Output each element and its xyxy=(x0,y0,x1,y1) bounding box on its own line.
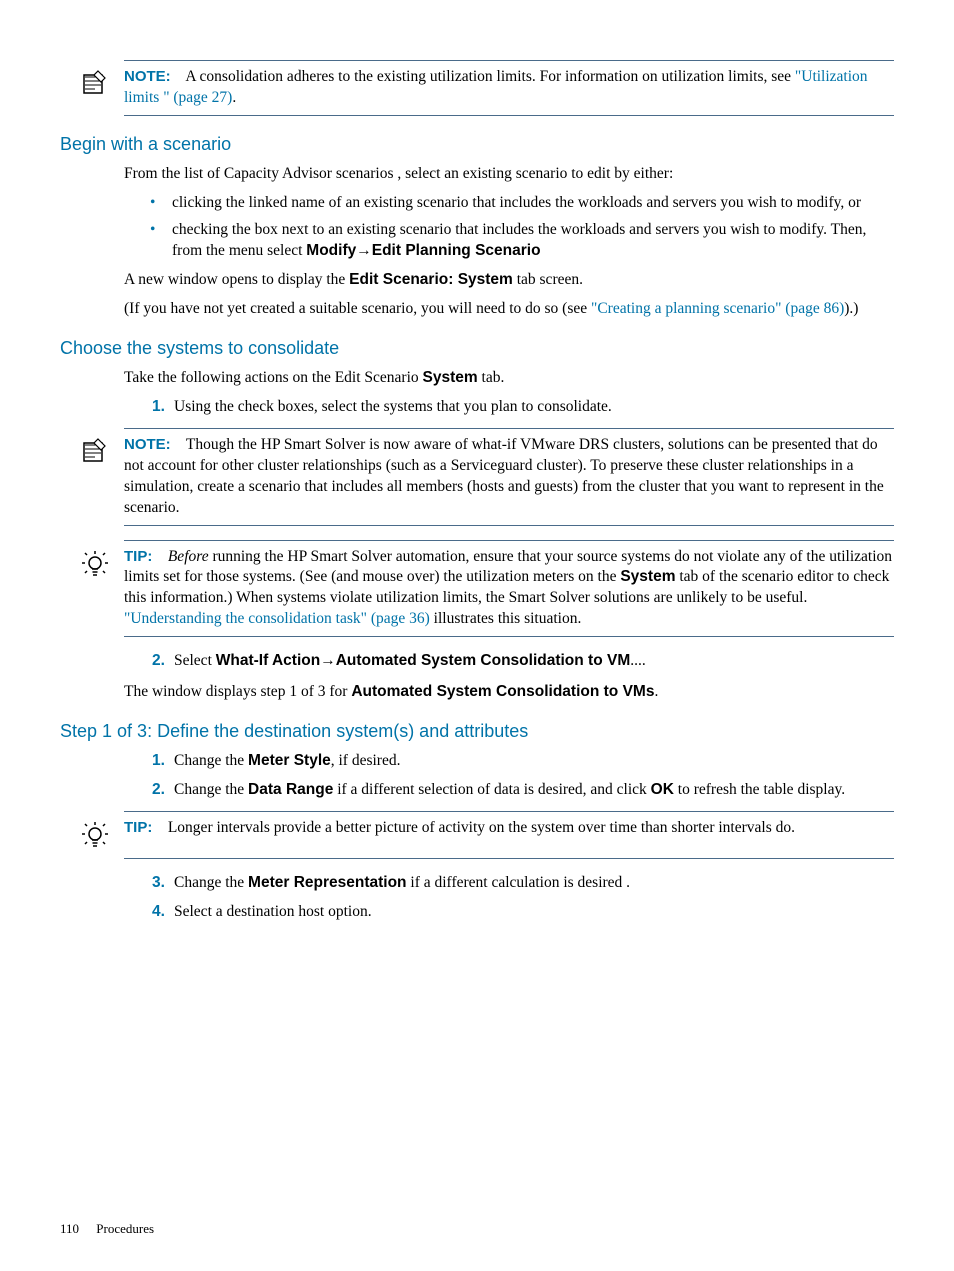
arrow-icon: → xyxy=(320,652,336,669)
note-text-end: . xyxy=(232,89,236,106)
text: (If you have not yet created a suitable … xyxy=(124,300,591,317)
section-body: 1. Change the Meter Style, if desired. 2… xyxy=(124,751,894,801)
text: Change the xyxy=(174,781,248,798)
text: ).) xyxy=(844,300,858,317)
section-body: Take the following actions on the Edit S… xyxy=(124,368,894,418)
note-icon xyxy=(80,435,124,465)
list-marker: 3. xyxy=(152,873,165,894)
tip-box: TIP: Longer intervals provide a better p… xyxy=(124,811,894,859)
note-content: NOTE: Though the HP Smart Solver is now … xyxy=(124,435,894,519)
text: .... xyxy=(630,652,646,669)
note-text: Though the HP Smart Solver is now aware … xyxy=(124,436,884,516)
note-box: NOTE: A consolidation adheres to the exi… xyxy=(124,60,894,116)
link-understanding-consolidation[interactable]: "Understanding the consolidation task" (… xyxy=(124,610,430,627)
auto-sys-consol: Automated System Consolidation to VM xyxy=(336,652,631,669)
list-marker: 2. xyxy=(152,651,165,672)
system-tab: System xyxy=(423,369,478,386)
paragraph: A new window opens to display the Edit S… xyxy=(124,270,894,291)
paragraph: (If you have not yet created a suitable … xyxy=(124,299,894,320)
list-text: Select xyxy=(174,652,216,669)
system-tab: System xyxy=(620,568,675,585)
tip-icon xyxy=(80,547,124,581)
text: tab. xyxy=(478,369,505,386)
edit-scenario-system: Edit Scenario: System xyxy=(349,271,513,288)
tip-lead: TIP: xyxy=(124,819,152,836)
tip-content: TIP: Before running the HP Smart Solver … xyxy=(124,547,894,631)
text: The window displays step 1 of 3 for xyxy=(124,683,351,700)
text: to refresh the table display. xyxy=(674,781,845,798)
note-content: NOTE: A consolidation adheres to the exi… xyxy=(124,67,894,109)
list-text: Using the check boxes, select the system… xyxy=(174,398,612,415)
section-body: 2. Select What-If Action→Automated Syste… xyxy=(124,651,894,703)
tip-lead: TIP: xyxy=(124,548,152,565)
list-item: 2. Change the Data Range if a different … xyxy=(152,780,894,801)
list-item: 2. Select What-If Action→Automated Syste… xyxy=(152,651,894,672)
text: , if desired. xyxy=(331,752,401,769)
note-box: NOTE: Though the HP Smart Solver is now … xyxy=(124,428,894,526)
tip-text: illustrates this situation. xyxy=(430,610,582,627)
text: if a different calculation is desired . xyxy=(407,874,631,891)
note-icon xyxy=(80,67,124,97)
heading-begin-scenario: Begin with a scenario xyxy=(60,132,894,156)
meter-representation: Meter Representation xyxy=(248,874,406,891)
menu-modify: Modify xyxy=(306,242,356,259)
section-body: 3. Change the Meter Representation if a … xyxy=(124,873,894,923)
ok-button-label: OK xyxy=(651,781,674,798)
list-item: 3. Change the Meter Representation if a … xyxy=(152,873,894,894)
note-lead: NOTE: xyxy=(124,436,171,453)
list-marker: 4. xyxy=(152,902,165,923)
heading-choose-systems: Choose the systems to consolidate xyxy=(60,336,894,360)
list-marker: 2. xyxy=(152,780,165,801)
menu-edit-planning: Edit Planning Scenario xyxy=(372,242,541,259)
section-body: From the list of Capacity Advisor scenar… xyxy=(124,164,894,320)
list-item: checking the box next to an existing sce… xyxy=(172,220,894,262)
text: . xyxy=(654,683,658,700)
text: A new window opens to display the xyxy=(124,271,349,288)
list-marker: 1. xyxy=(152,751,165,772)
paragraph: The window displays step 1 of 3 for Auto… xyxy=(124,682,894,703)
what-if-action: What-If Action xyxy=(216,652,320,669)
note-text: A consolidation adheres to the existing … xyxy=(185,68,795,85)
before-word: Before xyxy=(168,548,209,565)
link-creating-scenario[interactable]: "Creating a planning scenario" (page 86) xyxy=(591,300,844,317)
heading-step1: Step 1 of 3: Define the destination syst… xyxy=(60,719,894,743)
page-footer: 110 Procedures xyxy=(60,1220,154,1238)
intro-text: From the list of Capacity Advisor scenar… xyxy=(124,164,894,185)
list-item: 1. Change the Meter Style, if desired. xyxy=(152,751,894,772)
text: Change the xyxy=(174,752,248,769)
data-range: Data Range xyxy=(248,781,333,798)
tip-icon xyxy=(80,818,124,852)
list-item: 1. Using the check boxes, select the sys… xyxy=(152,397,894,418)
text: if a different selection of data is desi… xyxy=(333,781,650,798)
text: Change the xyxy=(174,874,248,891)
footer-label: Procedures xyxy=(96,1221,154,1236)
paragraph: Take the following actions on the Edit S… xyxy=(124,368,894,389)
list-marker: 1. xyxy=(152,397,165,418)
list-item: 4. Select a destination host option. xyxy=(152,902,894,923)
list-item: clicking the linked name of an existing … xyxy=(172,193,894,214)
text: Take the following actions on the Edit S… xyxy=(124,369,423,386)
tip-content: TIP: Longer intervals provide a better p… xyxy=(124,818,795,839)
text: Select a destination host option. xyxy=(174,903,372,920)
meter-style: Meter Style xyxy=(248,752,331,769)
text: tab screen. xyxy=(513,271,583,288)
auto-sys-consol-vms: Automated System Consolidation to VMs xyxy=(351,683,654,700)
note-lead: NOTE: xyxy=(124,68,171,85)
tip-text: Longer intervals provide a better pictur… xyxy=(168,819,795,836)
page-number: 110 xyxy=(60,1221,79,1236)
tip-box: TIP: Before running the HP Smart Solver … xyxy=(124,540,894,638)
arrow-icon: → xyxy=(356,242,372,259)
